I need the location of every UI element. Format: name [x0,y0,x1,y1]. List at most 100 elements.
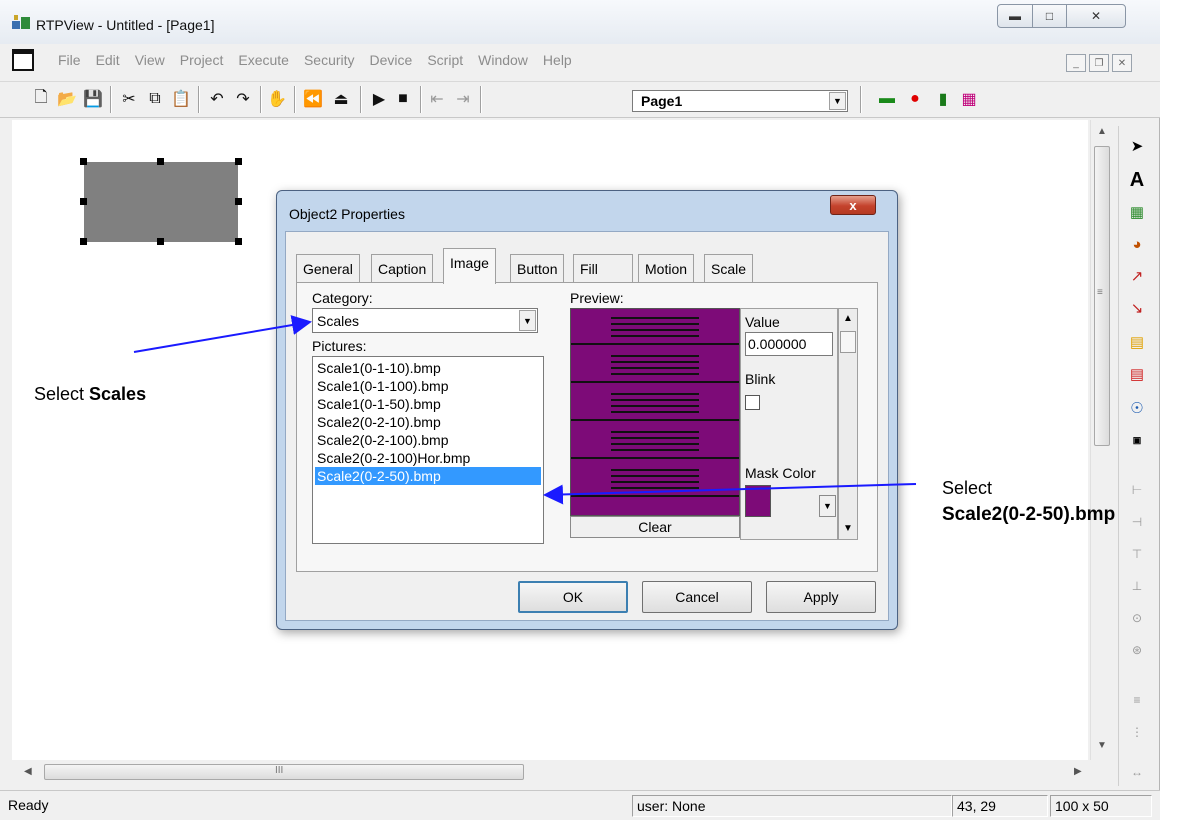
previous-page-icon[interactable]: ⇤ [426,88,448,110]
horizontal-scroll-thumb[interactable]: III [44,764,524,780]
mdi-minimize-button[interactable]: _ [1066,54,1086,72]
pointer-icon[interactable]: ➤ [1125,134,1149,158]
redo-icon[interactable]: ↷ [232,88,254,110]
chevron-down-icon[interactable]: ▼ [819,495,836,517]
scroll-up-icon[interactable]: ▲ [1097,126,1107,137]
align-bottom-icon[interactable]: ⊥ [1125,574,1149,598]
list-item[interactable]: Scale1(0-1-10).bmp [315,359,541,377]
apply-button[interactable]: Apply [766,581,876,613]
tab-fill[interactable]: Fill [573,254,633,282]
resize-handle[interactable] [235,198,242,205]
undo-icon[interactable]: ↶ [206,88,228,110]
selected-rectangle-object[interactable] [84,162,238,242]
menu-file[interactable]: File [58,52,89,68]
paste-icon[interactable]: 📋 [170,88,192,110]
cut-icon[interactable]: ✂ [118,88,140,110]
new-file-icon[interactable]: 🗋 [30,88,52,110]
list-item[interactable]: Scale1(0-1-50).bmp [315,395,541,413]
mask-color-swatch[interactable] [745,485,771,517]
alarm-table-icon[interactable]: ▤ [1125,330,1149,354]
copy-icon[interactable]: ⧉ [144,88,166,110]
center-horizontal-icon[interactable]: ⊙ [1125,606,1149,630]
tab-general[interactable]: General [296,254,360,282]
properties-scroll-thumb[interactable] [840,331,856,353]
mdi-close-button[interactable]: ✕ [1112,54,1132,72]
tab-button[interactable]: Button [510,254,565,282]
gauge-tool-icon[interactable]: ◕ [1125,232,1149,256]
scroll-left-icon[interactable]: ◀ [24,766,32,777]
restore-button[interactable]: □ [1032,4,1067,28]
ok-button[interactable]: OK [518,581,628,613]
same-width-icon[interactable]: ↔ [1125,760,1149,784]
vertical-scrollbar[interactable]: ▲ ≡ ▼ [1090,120,1112,760]
align-top-icon[interactable]: ⊤ [1125,542,1149,566]
resize-handle[interactable] [80,198,87,205]
blink-checkbox[interactable] [745,395,760,410]
save-icon[interactable]: 💾 [82,88,104,110]
tab-image[interactable]: Image [443,248,496,284]
image-tool-icon[interactable]: ▦ [1125,200,1149,224]
page-select[interactable]: Page1 ▼ [632,90,848,112]
run-icon[interactable]: ▶ [368,88,390,110]
menu-edit[interactable]: Edit [96,52,128,68]
bar-chart-icon[interactable]: ▮ [932,88,954,110]
scroll-down-icon[interactable]: ▼ [843,523,853,534]
properties-scrollbar[interactable]: ▲ ▼ [838,308,858,540]
resize-handle[interactable] [157,238,164,245]
menu-execute[interactable]: Execute [238,52,297,68]
list-item-selected[interactable]: Scale2(0-2-50).bmp [315,467,541,485]
tab-caption[interactable]: Caption [371,254,434,282]
open-folder-icon[interactable]: 📂 [56,88,78,110]
save-project-icon[interactable]: ⏏ [330,88,352,110]
tag-list-icon[interactable]: ▬ [876,88,898,110]
cancel-button[interactable]: Cancel [642,581,752,613]
category-select[interactable]: Scales ▼ [312,308,538,333]
menu-device[interactable]: Device [370,52,421,68]
tab-scale[interactable]: Scale [704,254,754,282]
rtp-icon[interactable]: ▦ [958,88,980,110]
menu-project[interactable]: Project [180,52,232,68]
align-right-icon[interactable]: ⊣ [1125,510,1149,534]
object-tool-icon[interactable]: ▣ [1125,428,1149,452]
menu-script[interactable]: Script [427,52,471,68]
pictures-list[interactable]: Scale1(0-1-10).bmp Scale1(0-1-100).bmp S… [312,356,544,544]
list-item[interactable]: Scale1(0-1-100).bmp [315,377,541,395]
open-project-icon[interactable]: ⏪ [302,88,324,110]
resize-handle[interactable] [157,158,164,165]
resize-handle[interactable] [80,158,87,165]
chevron-down-icon[interactable]: ▼ [519,310,536,331]
menu-security[interactable]: Security [304,52,363,68]
value-input[interactable]: 0.000000 [745,332,833,356]
vertical-scroll-thumb[interactable]: ≡ [1094,146,1110,446]
tab-motion[interactable]: Motion [638,254,695,282]
menu-window[interactable]: Window [478,52,536,68]
clear-button[interactable]: Clear [570,516,740,538]
center-vertical-icon[interactable]: ⊛ [1125,638,1149,662]
minimize-button[interactable]: ▬ [997,4,1033,28]
menu-view[interactable]: View [135,52,173,68]
chevron-down-icon[interactable]: ▼ [829,92,846,110]
record-icon[interactable]: ● [904,88,926,110]
list-item[interactable]: Scale2(0-2-100)Hor.bmp [315,449,541,467]
list-item[interactable]: Scale2(0-2-100).bmp [315,431,541,449]
scroll-up-icon[interactable]: ▲ [843,313,853,324]
scroll-right-icon[interactable]: ▶ [1074,766,1082,777]
xy-chart-icon[interactable]: ↘ [1125,296,1149,320]
event-table-icon[interactable]: ▤ [1125,362,1149,386]
list-item[interactable]: Scale2(0-2-10).bmp [315,413,541,431]
resize-handle[interactable] [235,238,242,245]
horizontal-scrollbar[interactable]: ◀ III ▶ [12,760,1090,784]
space-vertical-icon[interactable]: ≡ [1125,688,1149,712]
text-tool-icon[interactable]: A [1125,168,1149,192]
dialog-close-button[interactable]: x [830,195,876,215]
menu-help[interactable]: Help [543,52,580,68]
hand-icon[interactable]: ✋ [266,88,288,110]
resize-handle[interactable] [235,158,242,165]
next-page-icon[interactable]: ⇥ [452,88,474,110]
dial-tool-icon[interactable]: ☉ [1125,396,1149,420]
align-left-icon[interactable]: ⊢ [1125,478,1149,502]
mdi-restore-button[interactable]: ❐ [1089,54,1109,72]
stop-icon[interactable]: ■ [392,88,414,110]
space-horizontal-icon[interactable]: ⋮ [1125,720,1149,744]
close-button[interactable]: ✕ [1066,4,1126,28]
